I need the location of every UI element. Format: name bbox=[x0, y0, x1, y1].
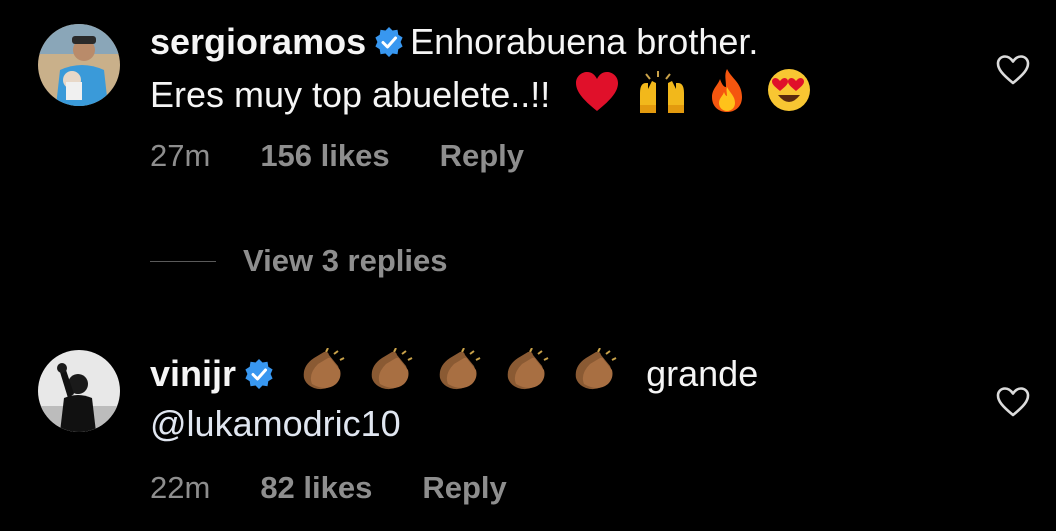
username-vinijr[interactable]: vinijr bbox=[150, 353, 236, 394]
comment-text-line1: Enhorabuena brother. bbox=[410, 21, 759, 62]
mention-link[interactable]: @lukamodric10 bbox=[150, 403, 401, 444]
like-heart-icon[interactable] bbox=[996, 386, 1030, 423]
username-sergioramos[interactable]: sergioramos bbox=[150, 21, 366, 62]
verified-badge-icon bbox=[374, 23, 404, 67]
comment-meta: 22m 82 likes Reply bbox=[150, 470, 507, 506]
comment-text: vinijr grande @lukamodric10 bbox=[150, 347, 970, 446]
clapping-hands-icon bbox=[434, 347, 486, 402]
verified-badge-icon bbox=[244, 355, 274, 399]
likes-count[interactable]: 82 likes bbox=[260, 470, 372, 506]
clapping-hands-icon bbox=[298, 347, 350, 402]
view-replies-button[interactable]: View 3 replies bbox=[150, 243, 448, 279]
clapping-hands-icon bbox=[366, 347, 418, 402]
comment-meta: 27m 156 likes Reply bbox=[150, 138, 524, 174]
like-heart-icon[interactable] bbox=[996, 54, 1030, 91]
clapping-hands-icon bbox=[502, 347, 554, 402]
red-heart-icon bbox=[574, 71, 620, 123]
fire-icon bbox=[704, 67, 750, 123]
likes-count[interactable]: 156 likes bbox=[260, 138, 389, 174]
comment-sergioramos: sergioramos Enhorabuena brother. Eres muy… bbox=[0, 0, 1056, 200]
comment-text-line2: Eres muy top abuelete..!! bbox=[150, 74, 551, 115]
comment-time: 22m bbox=[150, 470, 211, 505]
clapping-hands-icon bbox=[570, 347, 622, 402]
view-replies-label: View 3 replies bbox=[243, 243, 448, 278]
raising-hands-icon bbox=[636, 69, 688, 123]
reply-button[interactable]: Reply bbox=[422, 470, 506, 506]
comment-text-line1: grande bbox=[646, 353, 759, 394]
comment-vinijr: vinijr grande @lukamodric10 22m 82 likes… bbox=[0, 340, 1056, 531]
comment-text: sergioramos Enhorabuena brother. Eres muy… bbox=[150, 20, 970, 123]
heart-eyes-face-icon bbox=[766, 67, 812, 123]
reply-button[interactable]: Reply bbox=[440, 138, 524, 174]
comment-time: 27m bbox=[150, 138, 211, 173]
avatar-vinijr[interactable] bbox=[38, 350, 120, 432]
replies-divider-line bbox=[150, 260, 216, 262]
avatar-sergioramos[interactable] bbox=[38, 24, 120, 106]
